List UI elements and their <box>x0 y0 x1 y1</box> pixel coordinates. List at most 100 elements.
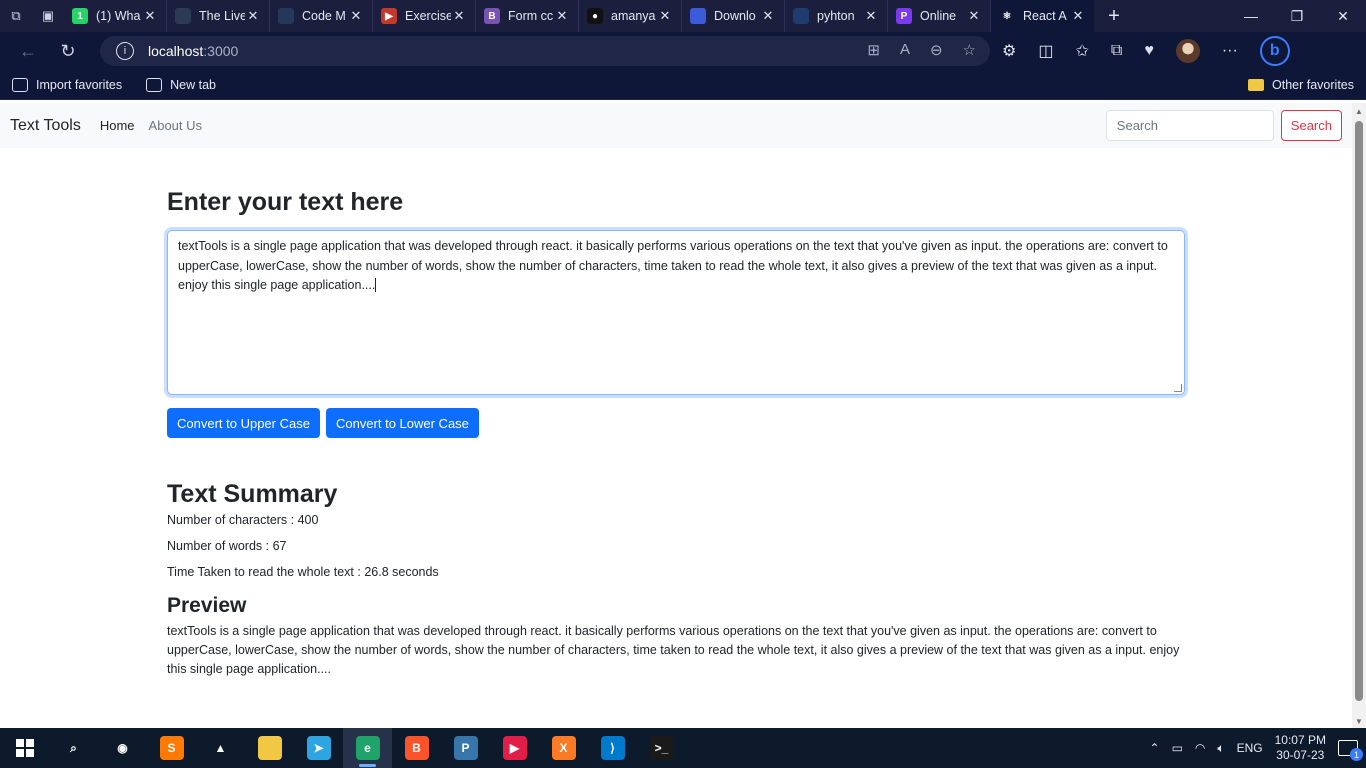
navbar-search-form: Search <box>1105 110 1342 141</box>
split-screen-icon[interactable]: ◫ <box>1038 41 1053 61</box>
summary-heading: Text Summary <box>167 480 338 508</box>
tab-actions-icon[interactable]: ▣ <box>32 0 64 32</box>
wifi-icon[interactable]: ◠ <box>1195 741 1205 755</box>
close-tab-icon[interactable]: ✕ <box>657 8 673 24</box>
more-menu-icon[interactable]: ··· <box>1222 42 1238 60</box>
browser-tab[interactable]: ⚛ React A ✕ <box>991 0 1094 32</box>
clock-time: 10:07 PM <box>1274 733 1326 747</box>
scrollbar-thumb[interactable] <box>1355 121 1363 701</box>
other-favorites-link[interactable]: Other favorites <box>1236 70 1366 100</box>
tab-title: (1) Wha <box>96 9 141 23</box>
profile-avatar[interactable] <box>1175 39 1200 63</box>
convert-lower-button[interactable]: Convert to Lower Case <box>325 408 479 438</box>
browser-tab[interactable]: Downlo ✕ <box>682 0 785 32</box>
tab-favicon-icon: ▶ <box>381 8 397 24</box>
close-tab-icon[interactable]: ✕ <box>1070 8 1086 24</box>
site-info-icon[interactable]: i <box>116 42 134 60</box>
zoom-icon[interactable]: ⊖ <box>930 41 943 59</box>
search-input[interactable] <box>1105 110 1274 141</box>
page-title: Enter your text here <box>167 188 404 216</box>
restore-icon[interactable]: ❐ <box>1274 8 1320 25</box>
import-favorites-link[interactable]: Import favorites <box>0 70 134 100</box>
new-tab-button[interactable]: + <box>1094 5 1134 28</box>
favorites-icon[interactable]: ✩ <box>1075 41 1088 61</box>
browser-tab[interactable]: ▶ Exercise ✕ <box>373 0 476 32</box>
brand-link[interactable]: Text Tools <box>10 117 81 135</box>
preview-text: textTools is a single page application t… <box>167 624 1180 676</box>
performance-icon[interactable]: ♥ <box>1144 42 1154 60</box>
extensions-icon[interactable]: ⚙ <box>1002 41 1016 61</box>
battery-icon[interactable]: ▭ <box>1172 741 1183 755</box>
search-icon[interactable]: ⌕ <box>49 728 98 768</box>
new-tab-link[interactable]: New tab <box>134 70 228 100</box>
show-hidden-icons[interactable]: ⌃ <box>1150 741 1160 755</box>
python-icon[interactable]: P <box>441 728 490 768</box>
read-aloud-icon[interactable]: A <box>900 41 910 59</box>
app-available-icon[interactable]: ⊞ <box>867 41 880 59</box>
taskbar-app-glyph: >_ <box>649 736 674 760</box>
tab-title: pyhton <box>817 9 855 23</box>
favorite-star-icon[interactable]: ☆ <box>963 41 976 59</box>
telegram-icon[interactable]: ➤ <box>294 728 343 768</box>
notification-center-icon[interactable]: 1 <box>1338 740 1363 761</box>
close-tab-icon[interactable]: ✕ <box>554 8 570 24</box>
site-navbar: Text Tools Home About Us Search <box>0 103 1352 148</box>
taskbar-app-glyph: e <box>355 736 380 760</box>
character-count: Number of characters : 400 <box>167 513 319 527</box>
nav-about-link[interactable]: About Us <box>149 118 202 133</box>
scroll-down-icon[interactable]: ▼ <box>1352 717 1366 726</box>
browser-tab[interactable]: P Online ✕ <box>888 0 991 32</box>
tab-title: Downlo <box>714 9 756 23</box>
volume-icon[interactable]: 🔈︎ <box>1217 741 1224 756</box>
windows-taskbar: ⌕ ◉ S ▲ ➤ e B P ▶ X ⟩ >_ ⌃ ▭ ◠ 🔈︎ ENG 10:07 PM 30-0… <box>0 728 1366 768</box>
close-tab-icon[interactable]: ✕ <box>760 8 776 24</box>
tab-favicon-icon: B <box>484 8 500 24</box>
vscode-icon[interactable]: ⟩ <box>588 728 637 768</box>
terminal-icon[interactable]: >_ <box>637 728 686 768</box>
clock[interactable]: 10:07 PM 30-07-23 <box>1275 733 1326 763</box>
close-tab-icon[interactable]: ✕ <box>863 8 879 24</box>
browser-tab[interactable]: B Form cc ✕ <box>476 0 579 32</box>
edge-icon[interactable]: e <box>343 728 392 768</box>
system-tray: ⌃ ▭ ◠ 🔈︎ ENG 10:07 PM 30-07-23 1 <box>1150 733 1366 763</box>
close-tab-icon[interactable]: ✕ <box>966 8 982 24</box>
text-input-area[interactable]: textTools is a single page application t… <box>167 230 1185 395</box>
brave-icon[interactable]: B <box>392 728 441 768</box>
tab-favicon-icon <box>690 8 706 24</box>
xampp-icon[interactable]: X <box>539 728 588 768</box>
refresh-icon[interactable]: ↻ <box>48 32 88 70</box>
streaming-app-icon[interactable]: ▶ <box>490 728 539 768</box>
bing-icon[interactable]: b <box>1259 36 1290 66</box>
back-icon[interactable]: ← <box>8 32 48 70</box>
close-tab-icon[interactable]: ✕ <box>142 8 158 24</box>
tab-title: amanya <box>611 9 656 23</box>
browser-tab[interactable]: 1 (1) Wha ✕ <box>64 0 167 32</box>
obs-icon[interactable]: ◉ <box>98 728 147 768</box>
browser-tab[interactable]: ● amanya ✕ <box>579 0 682 32</box>
page-scrollbar[interactable]: ▲ ▼ <box>1352 103 1366 728</box>
nav-home-link[interactable]: Home <box>100 118 135 133</box>
file-explorer-icon[interactable] <box>245 728 294 768</box>
resize-handle[interactable] <box>1174 384 1182 392</box>
url-input[interactable]: i localhost:3000 ⊞ A ⊖ ☆ <box>100 36 990 66</box>
close-tab-icon[interactable]: ✕ <box>348 8 364 24</box>
tab-title: Code M <box>302 9 346 23</box>
convert-upper-button[interactable]: Convert to Upper Case <box>167 408 320 438</box>
taskbar-app-glyph: ▲ <box>208 736 233 760</box>
collections-icon[interactable]: ⧉ <box>1111 42 1122 60</box>
sublime-icon[interactable]: S <box>147 728 196 768</box>
start-button[interactable] <box>0 728 49 768</box>
browser-toolbar: ⚙ ◫ ✩ ⧉ ♥ ··· b <box>1002 32 1290 70</box>
browser-tab[interactable]: pyhton ✕ <box>785 0 888 32</box>
scroll-up-icon[interactable]: ▲ <box>1352 107 1366 116</box>
minimize-icon[interactable]: — <box>1228 8 1274 25</box>
close-tab-icon[interactable]: ✕ <box>245 8 261 24</box>
browser-tab[interactable]: Code M ✕ <box>270 0 373 32</box>
workspaces-icon[interactable]: ⧉ <box>0 0 32 32</box>
search-button[interactable]: Search <box>1280 110 1342 141</box>
language-indicator[interactable]: ENG <box>1237 741 1263 755</box>
vlc-icon[interactable]: ▲ <box>196 728 245 768</box>
browser-tab[interactable]: The Live ✕ <box>167 0 270 32</box>
close-tab-icon[interactable]: ✕ <box>451 8 467 24</box>
close-window-icon[interactable]: ✕ <box>1320 8 1366 25</box>
